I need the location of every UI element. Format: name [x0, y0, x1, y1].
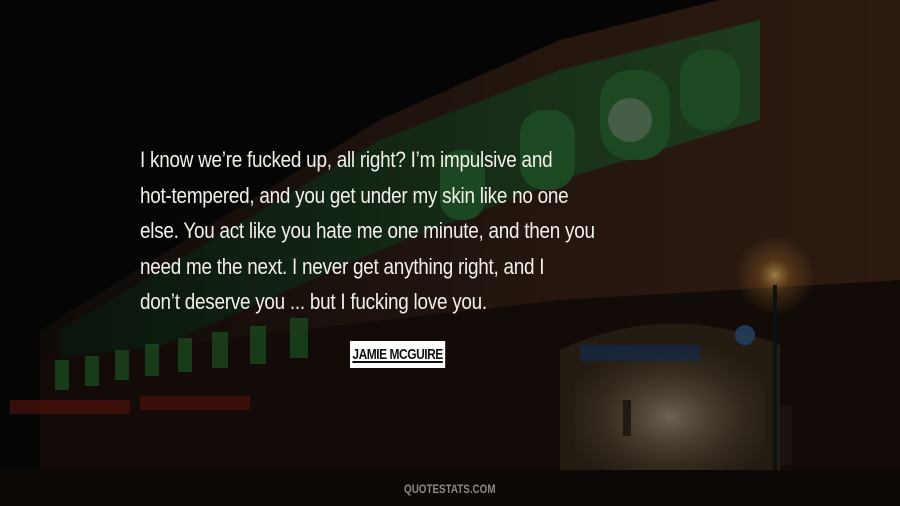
- quote-line: hot-tempered, and you get under my skin …: [140, 182, 569, 208]
- quote-line: else. You act like you hate me one minut…: [140, 218, 595, 243]
- quote-text: I know we’re fucked up, all right? I’m i…: [140, 142, 678, 320]
- author-label[interactable]: JAMIE MCGUIRE: [350, 341, 446, 368]
- quote-line: need me the next. I never get anything r…: [140, 253, 545, 279]
- site-watermark-text: QUOTESTATS.COM: [404, 482, 496, 496]
- quote-line: don’t deserve you ... but I fucking love…: [140, 289, 487, 314]
- quote-line: I know we’re fucked up, all right? I’m i…: [140, 147, 553, 172]
- site-watermark: QUOTESTATS.COM: [0, 482, 900, 496]
